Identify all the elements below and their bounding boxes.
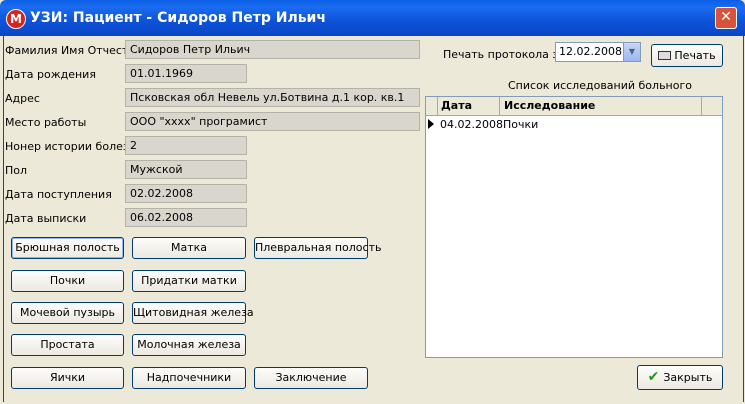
abdominal-cavity-button[interactable]: Брюшная полость — [11, 237, 124, 259]
prostate-button[interactable]: Простата — [11, 334, 124, 356]
kidneys-button[interactable]: Почки — [11, 270, 124, 292]
field-workplace[interactable]: ООО "хххх" програмист — [125, 112, 420, 131]
label-workplace: Место работы — [5, 116, 87, 129]
print-protocol-label: Печать протокола за — [443, 48, 565, 61]
printer-icon — [658, 51, 672, 60]
field-birth-date[interactable]: 01.01.1969 — [125, 64, 247, 83]
table-row[interactable]: 04.02.2008 Почки — [426, 116, 722, 132]
chevron-down-icon[interactable]: ▼ — [623, 43, 640, 61]
label-birth-date: Дата рождения — [5, 68, 96, 81]
print-button[interactable]: Печать — [651, 44, 723, 67]
studies-grid[interactable]: Дата Исследование 04.02.2008 Почки — [425, 96, 723, 358]
study-date-cell: 04.02.2008 — [440, 118, 503, 131]
print-date-select[interactable]: 12.02.2008 ▼ — [555, 42, 641, 62]
checkmark-icon: ✔ — [647, 369, 660, 385]
studies-list-title: Список исследований больного — [508, 79, 692, 92]
study-exam-cell: Почки — [503, 118, 539, 131]
close-button-label: Закрыть — [663, 371, 713, 384]
print-button-label: Печать — [674, 49, 716, 62]
uterine-appendages-button[interactable]: Придатки матки — [132, 270, 246, 292]
field-admission-date[interactable]: 02.02.2008 — [125, 184, 247, 203]
close-button[interactable]: ✔ Закрыть — [637, 365, 723, 390]
bladder-button[interactable]: Мочевой пузырь — [11, 302, 124, 324]
app-icon: M — [6, 9, 26, 29]
field-sex[interactable]: Мужской — [125, 160, 247, 179]
current-row-pointer-icon — [428, 119, 434, 129]
label-fio: Фамилия Имя Отчество — [5, 44, 142, 57]
thyroid-button[interactable]: Щитовидная железа — [132, 302, 254, 324]
field-discharge-date[interactable]: 06.02.2008 — [125, 208, 247, 227]
label-sex: Пол — [5, 164, 28, 177]
window-title: УЗИ: Пациент - Сидоров Петр Ильич — [30, 10, 326, 26]
field-fio[interactable]: Сидоров Петр Ильич — [125, 40, 420, 59]
field-address[interactable]: Псковская обл Невель ул.Ботвина д.1 кор.… — [125, 88, 420, 107]
window-close-button[interactable]: ✕ — [715, 7, 737, 29]
print-date-value: 12.02.2008 — [559, 45, 622, 58]
column-header-exam[interactable]: Исследование — [501, 97, 702, 115]
pleural-cavity-button[interactable]: Плевральная полость — [254, 237, 381, 259]
label-discharge-date: Дата выписки — [5, 212, 87, 225]
adrenal-glands-button[interactable]: Надпочечники — [132, 367, 246, 389]
label-admission-date: Дата поступления — [5, 188, 112, 201]
conclusion-button[interactable]: Заключение — [254, 367, 368, 389]
uterus-button[interactable]: Матка — [132, 237, 246, 259]
label-history-number: Нонер истории болезни — [5, 140, 144, 153]
row-indicator-header — [426, 97, 438, 115]
label-address: Адрес — [5, 92, 40, 105]
column-header-date[interactable]: Дата — [438, 97, 500, 115]
testicles-button[interactable]: Яички — [11, 367, 124, 389]
field-history-number[interactable]: 2 — [125, 136, 247, 155]
mammary-gland-button[interactable]: Молочная железа — [132, 334, 246, 356]
title-bar: M УЗИ: Пациент - Сидоров Петр Ильич ✕ — [0, 0, 745, 36]
studies-grid-header: Дата Исследование — [426, 97, 722, 116]
